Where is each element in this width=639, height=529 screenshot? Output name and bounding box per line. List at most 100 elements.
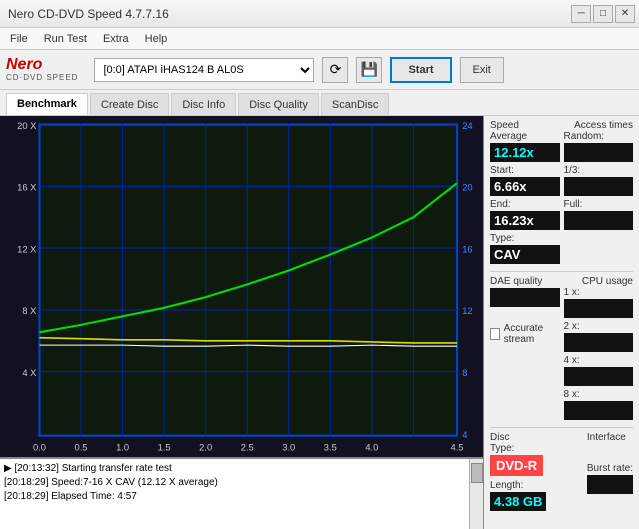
- scrollbar-thumb[interactable]: [471, 463, 483, 483]
- type-value: CAV: [490, 245, 560, 264]
- disc-type-sublabel: Type:: [490, 443, 546, 454]
- svg-text:1.0: 1.0: [116, 443, 129, 454]
- svg-text:20: 20: [462, 182, 472, 193]
- interface-label: Interface: [587, 432, 626, 443]
- dae-quality-label: DAE quality: [490, 276, 542, 287]
- log-content[interactable]: ▶ [20:13:32] Starting transfer rate test…: [0, 459, 483, 529]
- random-value: [564, 143, 634, 162]
- dae-value: [490, 288, 560, 307]
- nero-logo: Nero CD·DVD SPEED: [6, 57, 78, 82]
- cpu-2x-value: [564, 333, 634, 352]
- full-label: Full:: [564, 199, 634, 210]
- close-button[interactable]: ✕: [615, 5, 635, 23]
- start-label: Start:: [490, 165, 560, 176]
- cpu-8x-value: [564, 401, 634, 420]
- random-label: Random:: [564, 131, 634, 142]
- disc-info-section: Disc Type: DVD-R Length: 4.38 GB Interfa…: [490, 432, 633, 512]
- start-value: 6.66x: [490, 177, 560, 196]
- svg-text:4.0: 4.0: [365, 443, 378, 454]
- chart-area: 20 X 16 X 12 X 8 X 4 X 24 20 16 12 8 4 0…: [0, 116, 484, 529]
- svg-text:4.5: 4.5: [451, 443, 464, 454]
- menu-file[interactable]: File: [4, 31, 34, 47]
- tab-disc-quality[interactable]: Disc Quality: [238, 93, 319, 115]
- menu-extra[interactable]: Extra: [97, 31, 135, 47]
- exit-button[interactable]: Exit: [460, 57, 504, 83]
- svg-text:0.0: 0.0: [33, 443, 46, 454]
- menu-help[interactable]: Help: [139, 31, 174, 47]
- svg-text:12 X: 12 X: [17, 244, 37, 255]
- svg-text:8: 8: [462, 368, 467, 379]
- average-label: Average: [490, 131, 560, 142]
- log-line-1: ▶ [20:13:32] Starting transfer rate test: [4, 462, 479, 476]
- burst-rate-value: [587, 475, 633, 494]
- tab-bar: Benchmark Create Disc Disc Info Disc Qua…: [0, 90, 639, 116]
- cpu-1x-label: 1 x:: [564, 287, 634, 298]
- type-label: Type:: [490, 233, 560, 244]
- save-icon-button[interactable]: 💾: [356, 57, 382, 83]
- end-value: 16.23x: [490, 211, 560, 230]
- svg-text:2.5: 2.5: [241, 443, 254, 454]
- log-scrollbar[interactable]: [469, 459, 483, 529]
- nero-brand-text: Nero: [6, 57, 78, 73]
- svg-text:3.5: 3.5: [324, 443, 337, 454]
- cpu-8x-label: 8 x:: [564, 389, 634, 400]
- tab-disc-info[interactable]: Disc Info: [171, 93, 236, 115]
- accurate-stream-label: Accurate stream: [504, 323, 560, 345]
- disc-length-label: Length:: [490, 480, 546, 491]
- svg-text:3.0: 3.0: [282, 443, 295, 454]
- divider-2: [490, 427, 633, 428]
- cpu-2x-label: 2 x:: [564, 321, 634, 332]
- cpu-usage-section: DAE quality CPU usage 1 x: Accurate stre…: [490, 276, 633, 421]
- full-value: [564, 211, 634, 230]
- svg-text:8 X: 8 X: [22, 306, 37, 317]
- svg-text:12: 12: [462, 306, 472, 317]
- tab-scan-disc[interactable]: ScanDisc: [321, 93, 389, 115]
- log-line-2: [20:18:29] Speed:7-16 X CAV (12.12 X ave…: [4, 476, 479, 490]
- menu-run-test[interactable]: Run Test: [38, 31, 93, 47]
- speed-section: Speed Access times Average 12.12x Random…: [490, 120, 633, 265]
- app-title: Nero CD-DVD Speed 4.7.7.16: [8, 7, 169, 21]
- log-line-3: [20:18:29] Elapsed Time: 4:57: [4, 490, 479, 504]
- cpu-1x-value: [564, 299, 634, 318]
- refresh-icon-button[interactable]: ⟳: [322, 57, 348, 83]
- one-third-label: 1/3:: [564, 165, 634, 176]
- accurate-stream-row: Accurate stream: [490, 323, 560, 345]
- access-times-label: Access times: [574, 120, 633, 131]
- end-label: End:: [490, 199, 560, 210]
- minimize-button[interactable]: ─: [571, 5, 591, 23]
- disc-type-section-label: Disc: [490, 432, 509, 443]
- chart-container: 20 X 16 X 12 X 8 X 4 X 24 20 16 12 8 4 0…: [0, 116, 483, 457]
- svg-text:24: 24: [462, 121, 472, 132]
- cpu-usage-label: CPU usage: [582, 276, 633, 287]
- menu-bar: File Run Test Extra Help: [0, 28, 639, 50]
- title-bar: Nero CD-DVD Speed 4.7.7.16 ─ □ ✕: [0, 0, 639, 28]
- svg-text:16 X: 16 X: [17, 182, 37, 193]
- accurate-stream-checkbox[interactable]: [490, 328, 500, 340]
- main-content: 20 X 16 X 12 X 8 X 4 X 24 20 16 12 8 4 0…: [0, 116, 639, 529]
- maximize-button[interactable]: □: [593, 5, 613, 23]
- window-controls: ─ □ ✕: [571, 5, 635, 23]
- nero-sub-brand: CD·DVD SPEED: [6, 73, 78, 82]
- right-panel: Speed Access times Average 12.12x Random…: [484, 116, 639, 529]
- cpu-4x-label: 4 x:: [564, 355, 634, 366]
- toolbar: Nero CD·DVD SPEED [0:0] ATAPI iHAS124 B …: [0, 50, 639, 90]
- one-third-value: [564, 177, 634, 196]
- tab-create-disc[interactable]: Create Disc: [90, 93, 169, 115]
- average-value: 12.12x: [490, 143, 560, 162]
- log-area: ▶ [20:13:32] Starting transfer rate test…: [0, 457, 483, 529]
- disc-type-badge: DVD-R: [490, 455, 543, 476]
- start-button[interactable]: Start: [390, 57, 451, 83]
- svg-text:0.5: 0.5: [75, 443, 88, 454]
- divider-1: [490, 271, 633, 272]
- svg-text:2.0: 2.0: [199, 443, 212, 454]
- svg-text:4 X: 4 X: [22, 368, 37, 379]
- speed-label: Speed: [490, 120, 519, 131]
- disc-length-value: 4.38 GB: [490, 492, 546, 511]
- svg-text:16: 16: [462, 244, 472, 255]
- benchmark-chart: 20 X 16 X 12 X 8 X 4 X 24 20 16 12 8 4 0…: [0, 116, 483, 457]
- burst-rate-label: Burst rate:: [587, 463, 633, 474]
- cpu-4x-value: [564, 367, 634, 386]
- tab-benchmark[interactable]: Benchmark: [6, 93, 88, 115]
- svg-text:1.5: 1.5: [158, 443, 171, 454]
- drive-selector[interactable]: [0:0] ATAPI iHAS124 B AL0S: [94, 58, 314, 82]
